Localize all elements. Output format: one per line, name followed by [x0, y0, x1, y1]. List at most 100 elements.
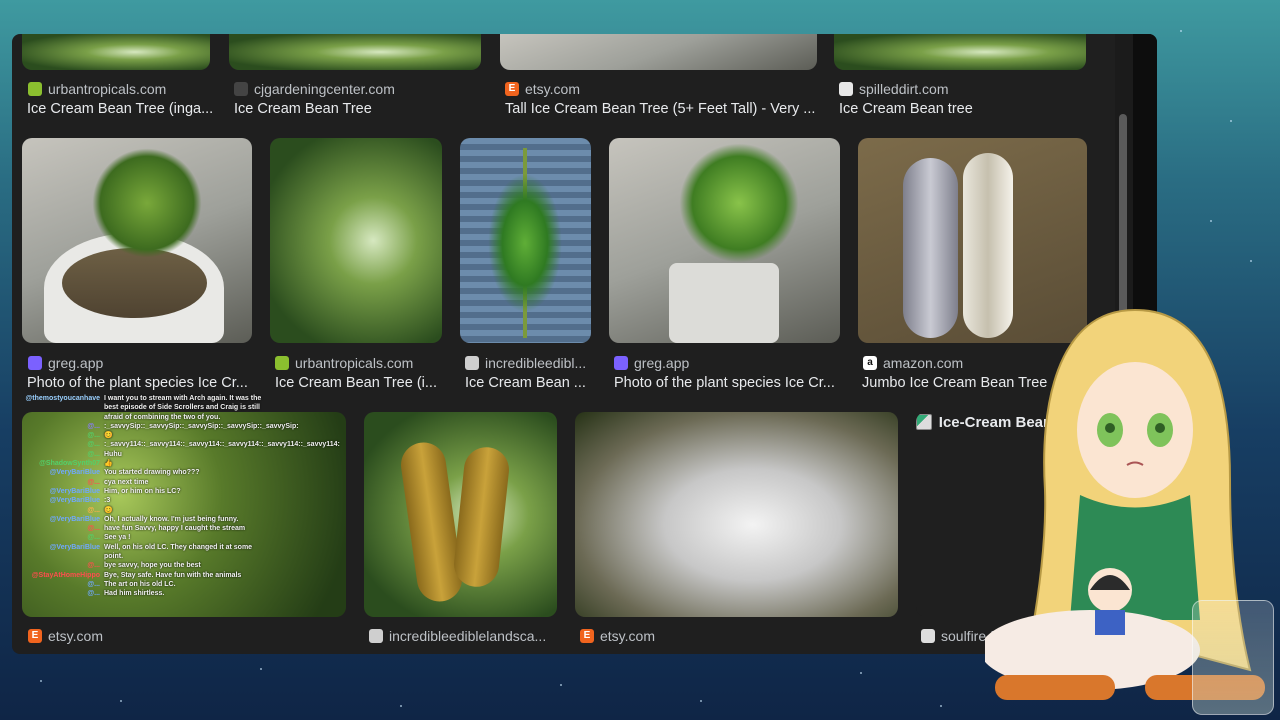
chat-message: @... The art on his old LC.	[20, 580, 265, 589]
chat-text: :_savvy114::_savvy114::_savvy114::_savvy…	[104, 441, 340, 449]
chat-username: @...	[87, 450, 100, 458]
chat-overlay: @themostyoucanhave I want you to stream w…	[20, 394, 340, 599]
chat-username: @VeryBariBlue	[49, 487, 100, 495]
chat-text: Oh, I actually know. I'm just being funn…	[104, 515, 239, 523]
broken-image-icon	[916, 414, 932, 430]
chat-text: The art on his old LC.	[104, 580, 176, 588]
incredibleedible-icon	[369, 629, 383, 643]
result-source[interactable]: E etsy.com	[580, 627, 655, 645]
image-thumbnail[interactable]	[609, 138, 840, 343]
chat-username: @...	[87, 478, 100, 486]
chat-username: @VeryBariBlue	[49, 543, 100, 551]
chat-username: @...	[87, 422, 100, 430]
chat-message: @... have fun Savvy, happy I caught the s…	[20, 524, 265, 533]
result-source[interactable]: greg.app	[614, 354, 689, 372]
chat-username: @StayAtHomeHippo	[31, 571, 100, 579]
image-thumbnail[interactable]	[229, 34, 481, 70]
plant-jar-decoration	[1192, 600, 1274, 715]
chat-username: @...	[87, 580, 100, 588]
image-thumbnail[interactable]	[22, 138, 252, 343]
chat-username: @themostyoucanhave	[25, 395, 100, 402]
chat-text: :3	[104, 497, 111, 505]
chat-message: @StayAtHomeHippo Bye, Stay safe. Have fun…	[20, 571, 265, 580]
result-source[interactable]: E etsy.com	[28, 627, 103, 645]
chat-message: @ShadowSynth07 👍	[20, 459, 265, 468]
chat-username: @...	[87, 506, 100, 514]
image-thumbnail[interactable]	[22, 34, 210, 70]
image-thumbnail[interactable]	[575, 412, 898, 617]
result-title[interactable]: Ice Cream Bean Tree (i...	[275, 375, 445, 391]
result-source[interactable]: spilleddirt.com	[839, 80, 948, 98]
chat-text: have fun Savvy, happy I caught the strea…	[104, 525, 246, 533]
chat-text: cya next time	[104, 478, 149, 486]
chat-message: @VeryBariBlue Him, or him on his LC?	[20, 487, 265, 496]
chat-username: @...	[87, 534, 100, 542]
chat-message: @... 😊	[20, 431, 265, 440]
chat-username: @...	[87, 441, 100, 449]
chat-message: @... Had him shirtless.	[20, 589, 265, 598]
chat-message: @... :_savvy114::_savvy114::_savvy114::_s…	[20, 440, 340, 449]
image-thumbnail[interactable]	[834, 34, 1086, 70]
result-source[interactable]: greg.app	[28, 354, 103, 372]
result-source[interactable]: urbantropicals.com	[28, 80, 166, 98]
chat-message: @VeryBariBlue :3	[20, 496, 265, 505]
result-title[interactable]: Ice Cream Bean Tree	[234, 101, 484, 117]
chat-text: You started drawing who???	[104, 469, 200, 477]
chat-message: @... bye savvy, hope you the best	[20, 561, 265, 570]
chat-text: :_savvySip::_savvySip::_savvySip::_savvy…	[104, 422, 299, 430]
leaf-icon	[234, 82, 248, 96]
image-thumbnail[interactable]	[270, 138, 442, 343]
chat-message: @... Huhu	[20, 450, 265, 459]
chat-text: bye savvy, hope you the best	[104, 562, 201, 570]
result-title[interactable]: Photo of the plant species Ice Cr...	[27, 375, 255, 391]
chat-message: @VeryBariBlue Oh, I actually know. I'm ju…	[20, 515, 265, 524]
chat-message: @VeryBariBlue Well, on his old LC. They c…	[20, 543, 265, 562]
urbantropicals-icon	[275, 356, 289, 370]
etsy-icon: E	[580, 629, 594, 643]
greg-icon	[614, 356, 628, 370]
etsy-icon: E	[28, 629, 42, 643]
result-source[interactable]: incredibleediblelandsca...	[369, 627, 546, 645]
result-source[interactable]: E etsy.com	[505, 80, 580, 98]
result-source[interactable]: incredibleedibl...	[465, 354, 586, 372]
result-title[interactable]: Tall Ice Cream Bean Tree (5+ Feet Tall) …	[505, 101, 820, 117]
chat-username: @VeryBariBlue	[49, 497, 100, 505]
result-title[interactable]: Ice Cream Bean tree	[839, 101, 1089, 117]
spilleddirt-icon	[839, 82, 853, 96]
chat-username: @ShadowSynth07	[39, 460, 100, 468]
chat-username: @...	[87, 590, 100, 598]
chat-username: @...	[87, 562, 100, 570]
chat-username: @...	[87, 525, 100, 533]
image-thumbnail[interactable]	[500, 34, 817, 70]
chat-text: Huhu	[104, 450, 122, 458]
chat-text: Well, on his old LC. They changed it at …	[104, 543, 253, 561]
chat-message: @... 😊	[20, 506, 265, 515]
result-source[interactable]: cjgardeningcenter.com	[234, 80, 395, 98]
result-title[interactable]: Photo of the plant species Ice Cr...	[614, 375, 842, 391]
image-thumbnail[interactable]	[460, 138, 591, 343]
result-source[interactable]: a amazon.com	[863, 354, 963, 372]
chat-text: 😊	[104, 432, 113, 440]
chat-username: @...	[87, 432, 100, 440]
chat-text: See ya !	[104, 534, 131, 542]
chat-text: I want you to stream with Arch again. It…	[104, 395, 262, 421]
result-source[interactable]: urbantropicals.com	[275, 354, 413, 372]
chat-message: @... See ya !	[20, 533, 265, 542]
chat-text: 👍	[104, 460, 113, 468]
chat-message: @VeryBariBlue You started drawing who???	[20, 468, 265, 477]
urbantropicals-icon	[28, 82, 42, 96]
chat-text: Had him shirtless.	[104, 590, 165, 598]
chat-message: @... :_savvySip::_savvySip::_savvySip::_s…	[20, 422, 298, 431]
chat-username: @VeryBariBlue	[49, 515, 100, 523]
result-title[interactable]: Ice Cream Bean Tree (inga...	[27, 101, 217, 117]
chat-username: @VeryBariBlue	[49, 469, 100, 477]
greg-icon	[28, 356, 42, 370]
etsy-icon: E	[505, 82, 519, 96]
chat-text: Bye, Stay safe. Have fun with the animal…	[104, 571, 242, 579]
result-title[interactable]: Ice Cream Bean ...	[465, 375, 593, 391]
incredibleedible-icon	[465, 356, 479, 370]
image-thumbnail[interactable]	[364, 412, 557, 617]
amazon-icon: a	[863, 356, 877, 370]
soulfire-icon	[921, 629, 935, 643]
chat-text: 😊	[104, 506, 113, 514]
